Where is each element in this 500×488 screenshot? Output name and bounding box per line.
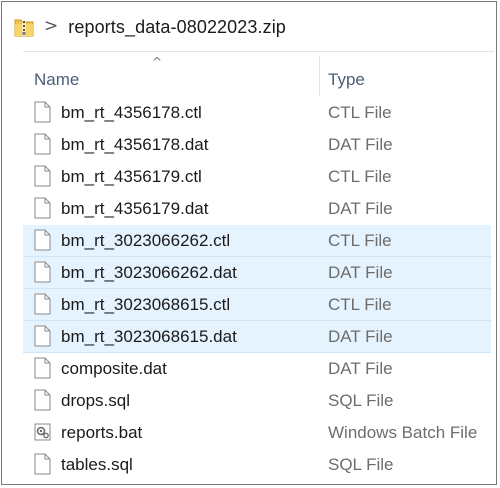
file-name: bm_rt_3023066262.dat: [61, 263, 237, 282]
file-row[interactable]: bm_rt_4356178.ctl CTL File: [23, 97, 491, 129]
document-icon: [34, 197, 51, 219]
file-type: SQL File: [328, 455, 394, 474]
file-row[interactable]: bm_rt_4356179.dat DAT File: [23, 193, 491, 225]
file-name: drops.sql: [61, 391, 130, 410]
document-icon: [34, 133, 51, 155]
file-type: CTL File: [328, 103, 392, 122]
document-icon: [34, 389, 51, 411]
file-name: bm_rt_3023068615.ctl: [61, 295, 231, 314]
file-row[interactable]: composite.dat DAT File: [23, 353, 491, 385]
file-list: bm_rt_4356178.ctl CTL File bm_rt_4356178.d…: [23, 97, 491, 481]
document-icon: [34, 293, 51, 315]
batch-file-icon: [34, 423, 51, 441]
address-bar[interactable]: > reports_data-08022023.zip: [14, 10, 488, 44]
document-icon: [34, 357, 51, 379]
file-name: bm_rt_4356178.ctl: [61, 103, 202, 122]
file-name: bm_rt_4356179.ctl: [61, 167, 202, 186]
file-name: composite.dat: [61, 359, 167, 378]
file-type: CTL File: [328, 295, 392, 314]
file-row[interactable]: bm_rt_3023066262.dat DAT File: [23, 257, 491, 289]
file-name: reports.bat: [61, 423, 143, 442]
file-row[interactable]: drops.sql SQL File: [23, 385, 491, 417]
file-name: bm_rt_3023068615.dat: [61, 327, 237, 346]
file-type: CTL File: [328, 167, 392, 186]
file-row[interactable]: reports.bat Windows Batch File: [23, 417, 491, 449]
file-row[interactable]: bm_rt_4356179.ctl CTL File: [23, 161, 491, 193]
file-type: DAT File: [328, 327, 393, 346]
file-name: bm_rt_4356178.dat: [61, 135, 209, 154]
file-type: Windows Batch File: [328, 423, 478, 442]
document-icon: [34, 165, 51, 187]
file-type: DAT File: [328, 263, 393, 282]
file-row[interactable]: tables.sql SQL File: [23, 449, 491, 481]
address-divider: [23, 51, 494, 52]
document-icon: [34, 229, 51, 251]
column-header-row: ^ Name Type: [23, 55, 494, 96]
file-row[interactable]: bm_rt_3023068615.ctl CTL File: [23, 289, 491, 321]
column-header-name[interactable]: Name: [34, 70, 79, 90]
breadcrumb-chevron-icon[interactable]: >: [44, 16, 58, 36]
file-name: bm_rt_3023066262.ctl: [61, 231, 231, 250]
sort-ascending-icon: ^: [152, 55, 163, 69]
file-name: bm_rt_4356179.dat: [61, 199, 209, 218]
file-type: SQL File: [328, 391, 394, 410]
document-icon: [34, 453, 51, 475]
file-row[interactable]: bm_rt_4356178.dat DAT File: [23, 129, 491, 161]
column-header-type[interactable]: Type: [328, 70, 365, 90]
document-icon: [34, 101, 51, 123]
file-type: CTL File: [328, 231, 392, 250]
document-icon: [34, 261, 51, 283]
file-name: tables.sql: [61, 455, 133, 474]
breadcrumb-path[interactable]: reports_data-08022023.zip: [68, 17, 286, 38]
file-type: DAT File: [328, 135, 393, 154]
explorer-window: > reports_data-08022023.zip ^ Name Type …: [1, 1, 497, 485]
column-divider[interactable]: [319, 56, 320, 96]
file-row[interactable]: bm_rt_3023068615.dat DAT File: [23, 321, 491, 353]
file-type: DAT File: [328, 199, 393, 218]
document-icon: [34, 325, 51, 347]
zip-folder-icon: [14, 19, 34, 37]
file-row[interactable]: bm_rt_3023066262.ctl CTL File: [23, 225, 491, 257]
file-type: DAT File: [328, 359, 393, 378]
